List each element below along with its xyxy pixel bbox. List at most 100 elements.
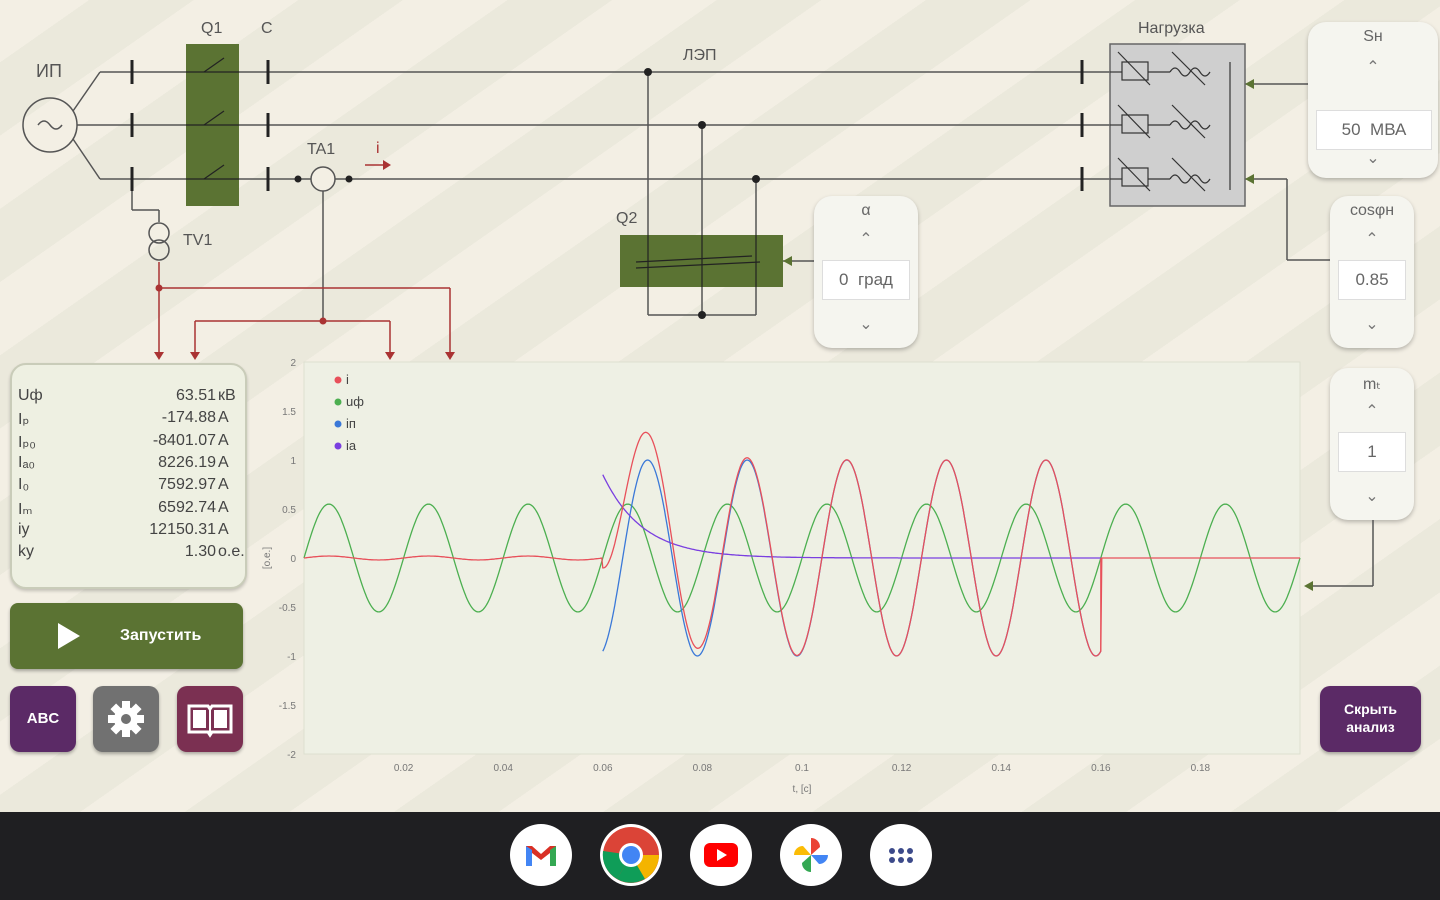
reading-row: Iₚ -174.88 А [18,409,240,431]
hide-analysis-button[interactable]: Скрыть анализ [1320,686,1421,752]
reading-unit: А [218,476,229,494]
reading-name: Iₚ [18,411,30,429]
c-label: C [261,20,273,37]
reading-row: iу 12150.31 А [18,521,240,543]
waveform-chart: 2 1.5 1 0.5 0 -0.5 -1 -1.5 -2 0.02 0.04 0.06 0.08 0.1… [262,358,1301,795]
alpha-value: 0 [839,270,849,289]
cosphi-increase-button[interactable]: ⌃ [1330,229,1414,249]
y-tick-label: -2 [287,750,296,761]
play-icon [58,623,80,649]
reading-value: 7592.97 [158,476,216,494]
hide-analysis-label-1: Скрыть [1343,701,1398,717]
chrome-icon[interactable] [600,824,662,886]
reading-unit: А [218,409,229,427]
legend-marker [334,420,342,428]
abc-button[interactable]: ABC [10,686,76,752]
sn-decrease-button[interactable]: ⌄ [1308,148,1438,168]
reading-value: -174.88 [161,409,216,427]
legend-label: iа [346,438,357,453]
y-tick-label: 1.5 [282,407,296,418]
reading-unit: А [218,498,229,516]
y-tick-label: 1 [290,456,296,467]
reading-name: Iₚ₀ [18,433,36,451]
m-value-field[interactable]: 1 [1338,432,1406,472]
reading-value: 1.30 [184,543,216,561]
y-tick-label: -1.5 [279,701,297,712]
q1-label: Q1 [201,20,223,37]
sn-title: Sн [1363,28,1383,45]
x-tick-label: 0.04 [493,763,513,774]
manual-button[interactable] [177,686,243,752]
reading-name: iу [18,520,30,538]
reading-value: 8226.19 [158,453,216,471]
gear-icon [108,701,144,737]
x-axis-label: t, [c] [793,784,812,795]
x-tick-label: 0.18 [1191,763,1211,774]
book-icon [187,704,233,738]
reading-row: I₀ 7592.97 А [18,476,240,498]
cosphi-decrease-button[interactable]: ⌄ [1330,314,1414,334]
alpha-title: α [861,202,871,219]
y-tick-label: 2 [290,358,296,369]
gmail-icon[interactable] [510,824,572,886]
run-button[interactable]: Запустить [10,603,243,669]
cosphi-param-card: cosφн ⌃ 0.85 ⌄ [1330,196,1414,348]
sn-unit: МВА [1370,120,1407,139]
current-label: i [376,140,380,157]
y-tick-label: 0 [290,554,296,565]
legend-label: uф [346,394,364,409]
reading-value: 63.51 [175,387,216,404]
alpha-increase-button[interactable]: ⌃ [814,229,918,249]
tv1-label: TV1 [183,232,213,249]
x-tick-label: 0.12 [892,763,912,774]
photos-icon[interactable] [780,824,842,886]
reading-unit: о.е. [218,543,245,561]
line-label: ЛЭП [683,47,717,64]
reading-row: Uф 63.51 кВ [18,387,240,409]
x-tick-label: 0.14 [991,763,1011,774]
ta1-label: TA1 [307,141,336,158]
alpha-unit: град [857,270,893,289]
run-button-label: Запустить [120,627,202,644]
y-tick-label: 0.5 [282,505,296,516]
y-tick-label: -0.5 [279,603,297,614]
reading-name: Iₐ₀ [18,453,36,471]
source-label: ИП [36,61,62,81]
reading-unit: А [218,520,229,538]
legend-marker [334,376,342,384]
app-launcher-icon[interactable] [870,824,932,886]
reading-value: -8401.07 [152,431,216,449]
cosphi-value-field[interactable]: 0.85 [1338,260,1406,300]
legend-label: iп [346,416,356,431]
m-decrease-button[interactable]: ⌄ [1330,486,1414,506]
taskbar [0,812,1440,900]
youtube-icon[interactable] [690,824,752,886]
cosphi-title: cosφн [1349,202,1395,219]
load-label: Нагрузка [1138,20,1205,37]
m-increase-button[interactable]: ⌃ [1330,401,1414,421]
circuit-schematic [22,43,1330,360]
reading-name: I₀ [18,476,30,494]
m-feed-arrow [1304,520,1374,591]
x-tick-label: 0.08 [693,763,713,774]
reading-row: Iₚ₀ -8401.07 А [18,432,240,454]
legend-label: i [346,372,349,387]
m-title: mₜ [1362,376,1382,393]
reading-unit: А [218,453,229,471]
sn-value-field[interactable]: 50 МВА [1316,110,1432,150]
reading-unit: А [218,431,229,449]
reading-name: Uф [18,387,43,404]
x-tick-label: 0.02 [394,763,414,774]
x-tick-label: 0.1 [795,763,809,774]
x-tick-label: 0.06 [593,763,613,774]
sn-param-card: Sн ⌃ 50 МВА ⌄ [1308,22,1438,178]
settings-button[interactable] [93,686,159,752]
sn-increase-button[interactable]: ⌃ [1308,57,1438,77]
y-axis-label: [о.е.] [262,547,273,569]
legend-marker [334,398,342,406]
alpha-decrease-button[interactable]: ⌄ [814,314,918,334]
reading-unit: кВ [218,387,236,404]
alpha-value-field[interactable]: 0 град [822,260,910,300]
legend-marker [334,442,342,450]
hide-analysis-label-2: анализ [1346,719,1395,735]
